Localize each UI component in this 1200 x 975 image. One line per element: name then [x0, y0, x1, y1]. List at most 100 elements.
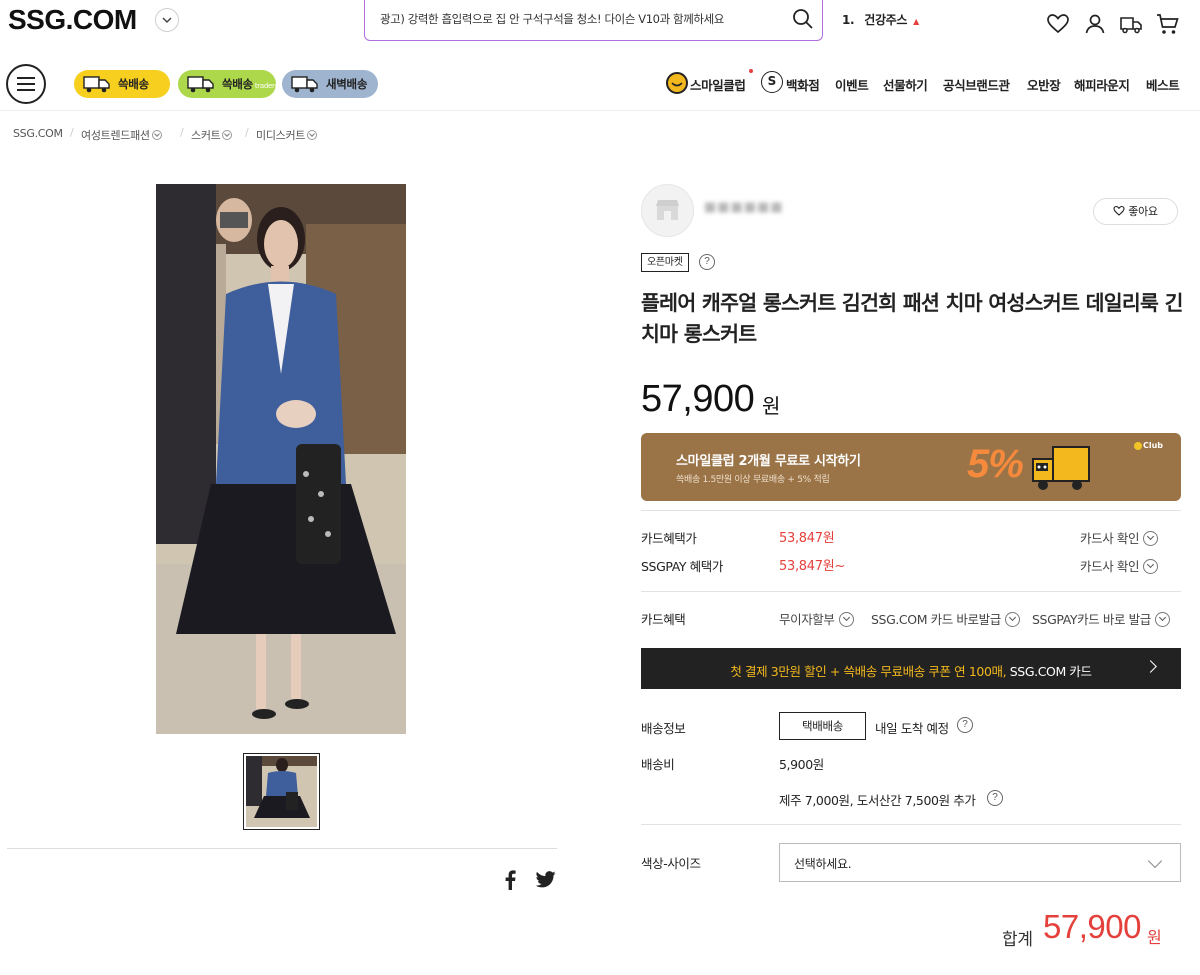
nav-happy-lounge[interactable]: 해피라운지 — [1074, 75, 1130, 94]
breadcrumb-separator: / — [70, 126, 74, 139]
smile-club-icon — [666, 72, 688, 94]
card-promo-banner[interactable]: 첫 결제 3만원 할인 + 쓱배송 무료배송 쿠폰 연 100매, SSG.CO… — [641, 648, 1181, 689]
divider — [641, 510, 1181, 511]
user-icon[interactable] — [1083, 12, 1107, 36]
benefit-price-unit: 원~ — [822, 559, 846, 574]
nav-event[interactable]: 이벤트 — [835, 75, 869, 94]
heart-icon[interactable] — [1046, 12, 1070, 36]
divider — [641, 591, 1181, 592]
twitter-share-icon[interactable] — [536, 871, 556, 888]
option-label: 무이자할부 — [779, 612, 835, 627]
shipping-fee: 5,900원 — [779, 757, 824, 772]
truck-icon — [290, 74, 320, 94]
benefit-price-value: 53,847 — [779, 559, 823, 574]
installment-option[interactable]: 무이자할부 — [779, 609, 854, 628]
shipping-fee-label: 배송비 — [641, 757, 675, 772]
facebook-share-icon[interactable] — [503, 870, 517, 890]
benefit-price-unit: 원 — [822, 531, 835, 546]
pill-sub-label: traders — [254, 82, 278, 90]
product-main-image[interactable] — [156, 184, 406, 734]
divider — [641, 824, 1181, 825]
store-name[interactable]: ■■■■■■ — [704, 200, 784, 215]
breadcrumb-label: 미디스커트 — [256, 129, 306, 142]
banner-subtitle: 쓱배송 1.5만원 이상 무료배송 + 5% 적립 — [676, 475, 830, 485]
breadcrumb-subcategory[interactable]: 스커트 — [191, 127, 233, 143]
ssgpay-card-issue-option[interactable]: SSGPAY카드 바로 발급 — [1032, 609, 1170, 628]
traders-delivery-pill[interactable]: 쓱배송 traders — [178, 70, 278, 98]
chevron-down-icon — [1143, 531, 1159, 546]
chevron-down-icon[interactable] — [155, 8, 179, 32]
nav-gift[interactable]: 선물하기 — [883, 75, 928, 94]
price-currency: 원 — [762, 394, 781, 418]
color-size-select[interactable]: 선택하세요. — [779, 843, 1181, 882]
ssg-card-issue-option[interactable]: SSG.COM 카드 바로발급 — [871, 609, 1020, 628]
card-check-label: 카드사 확인 — [1080, 559, 1140, 574]
help-icon[interactable]: ? — [957, 717, 973, 733]
trend-up-icon: ▲ — [913, 17, 919, 26]
chevron-down-icon — [1147, 853, 1163, 869]
ssgpay-check-button[interactable]: 카드사 확인 — [1080, 556, 1159, 575]
ssgpay-benefit-price: 53,847원~ — [779, 555, 845, 574]
like-button[interactable]: 좋아요 — [1093, 198, 1178, 225]
pill-label: 쓱배송 — [118, 77, 149, 91]
banner-percent: 5% — [967, 442, 1024, 486]
search-placeholder: 광고) 강력한 흡입력으로 집 안 구석구석을 청소! 다이슨 V10과 함께하… — [380, 12, 724, 26]
truck-icon — [186, 74, 216, 94]
shipping-info-label: 배송정보 — [641, 721, 686, 736]
shipping-extra-fee: 제주 7,000원, 도서산간 7,500원 추가 — [779, 793, 976, 808]
chevron-down-icon[interactable] — [151, 130, 162, 140]
card-benefits-label: 카드혜택 — [641, 612, 686, 627]
store-icon[interactable] — [641, 184, 694, 237]
chevron-down-icon — [1004, 612, 1020, 627]
nav-best[interactable]: 베스트 — [1146, 75, 1180, 94]
nav-obanjang[interactable]: 오반장 — [1027, 75, 1061, 94]
breadcrumb-leaf[interactable]: 미디스커트 — [256, 127, 318, 143]
help-icon[interactable]: ? — [987, 790, 1003, 806]
chevron-down-icon — [1154, 612, 1170, 627]
trend-rank: 1. — [842, 13, 855, 27]
pill-label: 새벽배송 — [326, 77, 368, 91]
card-check-label: 카드사 확인 — [1080, 531, 1140, 546]
ssg-logo[interactable]: SSG.COM — [8, 4, 137, 36]
delivery-truck-icon[interactable] — [1118, 12, 1144, 36]
trend-keyword: 건강주스 — [864, 13, 908, 27]
total-price: 57,900 — [1043, 908, 1141, 945]
truck-icon — [82, 74, 112, 94]
promo-text: 첫 결제 3만원 할인 + 쓱배송 무료배송 쿠폰 연 100매, SSG.CO… — [641, 661, 1181, 680]
ssg-delivery-pill[interactable]: 쓱배송 — [74, 70, 170, 98]
smile-club-banner[interactable]: 스마일클럽 2개월 무료로 시작하기 쓱배송 1.5만원 이상 무료배송 + 5… — [641, 433, 1181, 501]
dawn-delivery-pill[interactable]: 새벽배송 — [282, 70, 378, 98]
image-section-divider — [7, 848, 557, 849]
breadcrumb-separator: / — [245, 126, 249, 139]
total-label: 합계 — [1002, 930, 1033, 950]
chevron-down-icon[interactable] — [222, 130, 233, 140]
chevron-down-icon[interactable] — [307, 130, 318, 140]
nav-department-store[interactable]: 백화점 — [786, 75, 820, 94]
menu-button[interactable] — [6, 64, 46, 104]
option-label: SSG.COM 카드 바로발급 — [871, 612, 1001, 627]
breadcrumb-label: 스커트 — [191, 129, 221, 142]
color-size-label: 색상-사이즈 — [641, 856, 701, 871]
trending-keyword[interactable]: 1. 건강주스 ▲ — [842, 11, 919, 28]
banner-title: 스마일클럽 2개월 무료로 시작하기 — [676, 454, 861, 469]
search-input[interactable]: 광고) 강력한 흡입력으로 집 안 구석구석을 청소! 다이슨 V10과 함께하… — [364, 0, 823, 41]
card-benefit-price-label: 카드혜택가 — [641, 531, 697, 546]
product-thumbnail[interactable] — [243, 753, 320, 830]
promo-rest: SSG.COM 카드 — [1006, 664, 1092, 679]
promo-highlight: 첫 결제 3만원 할인 + 쓱배송 무료배송 쿠폰 연 100매, — [730, 664, 1007, 679]
club-label: Club — [1143, 441, 1164, 450]
breadcrumb-home[interactable]: SSG.COM — [13, 127, 63, 140]
product-title: 플레어 캐주얼 롱스커트 김건희 패션 치마 여성스커트 데일리룩 긴치마 롱스… — [641, 291, 1184, 346]
open-market-badge: 오픈마켓 — [641, 253, 689, 272]
breadcrumb-category[interactable]: 여성트렌드패션 — [81, 127, 162, 143]
new-dot — [749, 69, 753, 73]
nav-official-brand[interactable]: 공식브랜드관 — [943, 75, 1010, 94]
nav-smile-club[interactable]: 스마일클럽 — [690, 75, 746, 94]
chevron-down-icon — [1143, 559, 1159, 574]
card-check-button[interactable]: 카드사 확인 — [1080, 528, 1159, 547]
parcel-delivery-button[interactable]: 택배배송 — [779, 712, 866, 740]
card-benefit-price: 53,847원 — [779, 527, 835, 546]
search-icon[interactable] — [792, 8, 814, 30]
help-icon[interactable]: ? — [699, 254, 715, 270]
cart-icon[interactable] — [1155, 12, 1181, 36]
